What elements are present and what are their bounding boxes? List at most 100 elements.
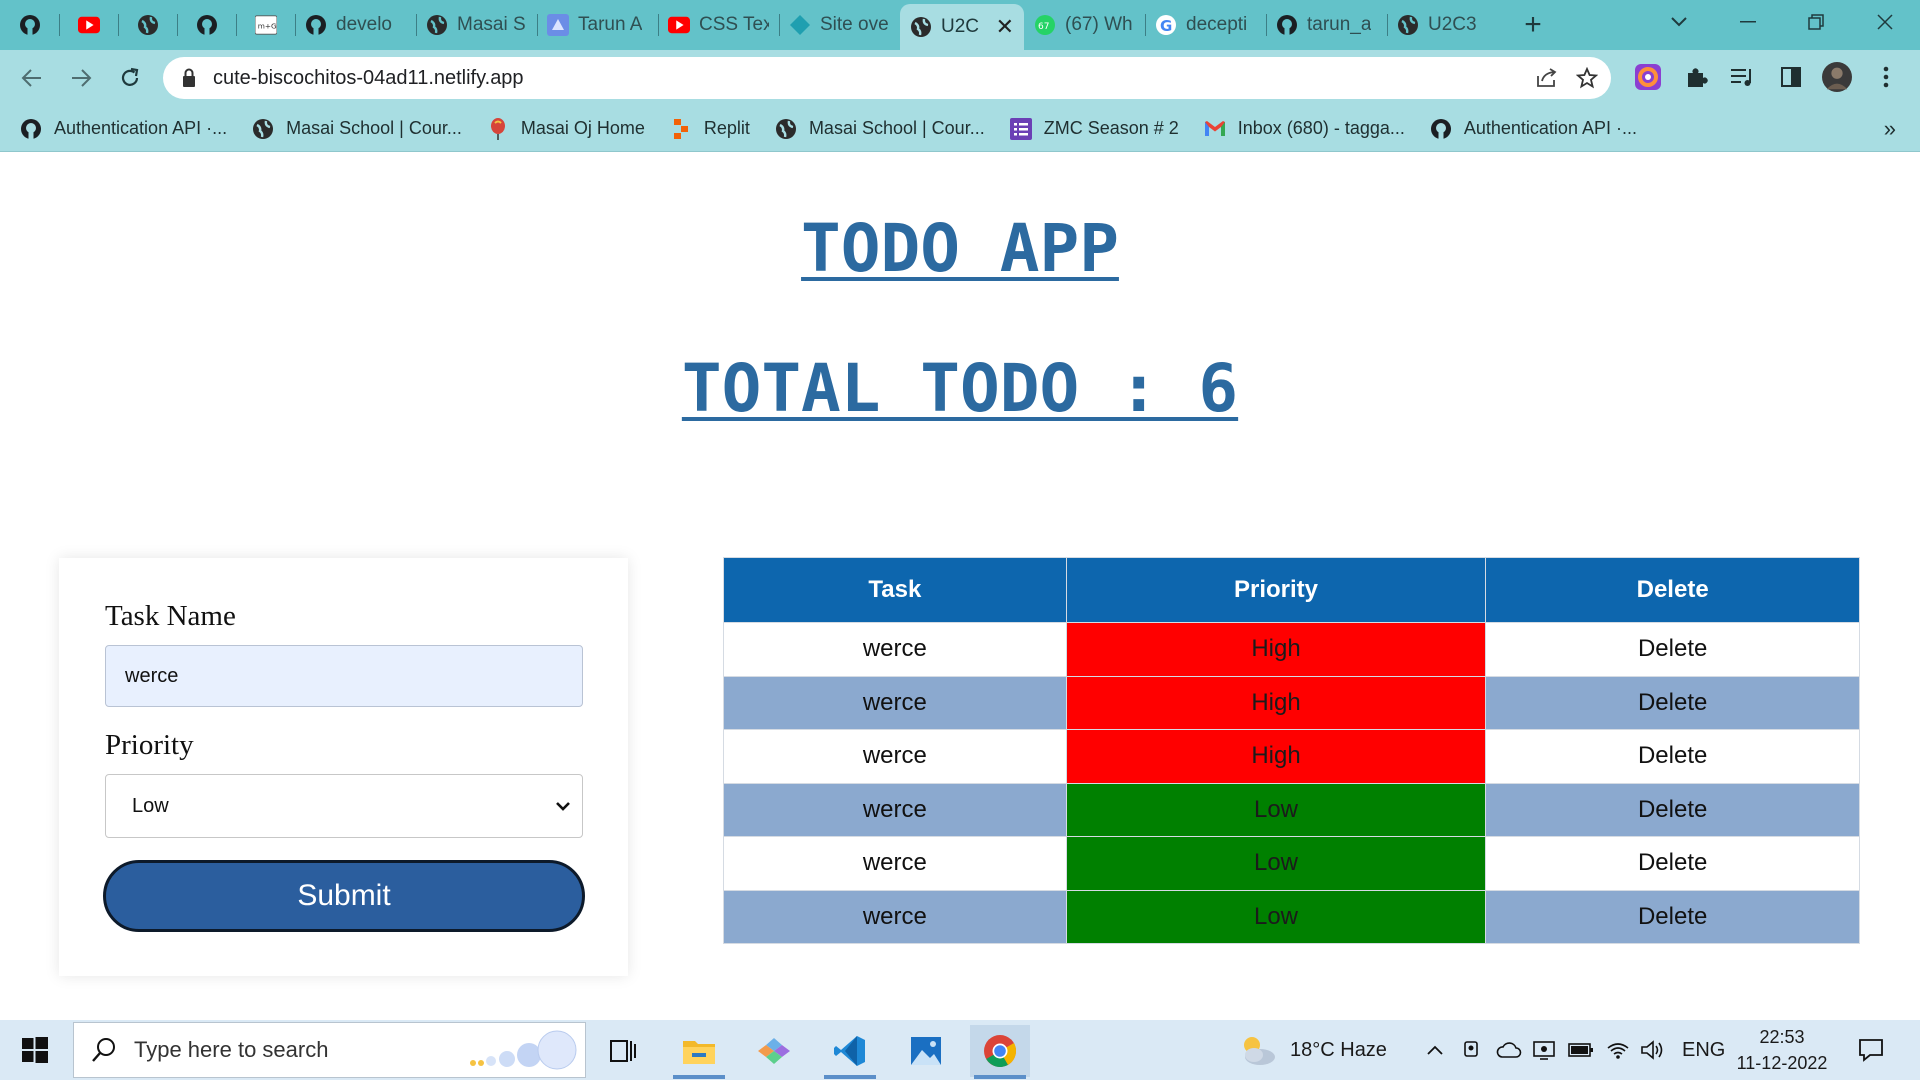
browser-toolbar: cute-biscochitos-04ad11.netlify.app bbox=[0, 50, 1920, 106]
tab-youtube-1[interactable] bbox=[59, 0, 118, 50]
task-view-button[interactable] bbox=[593, 1025, 653, 1077]
share-icon[interactable] bbox=[1535, 66, 1559, 90]
table-header-row: Task Priority Delete bbox=[723, 557, 1860, 623]
show-hidden-icons-button[interactable] bbox=[1426, 1020, 1444, 1080]
tab-develop[interactable]: develo bbox=[295, 0, 416, 50]
bookmark-zmc-season[interactable]: ZMC Season # 2 bbox=[1009, 117, 1179, 140]
task-view-icon bbox=[610, 1040, 636, 1062]
restore-button[interactable] bbox=[1782, 0, 1850, 44]
photos-icon bbox=[911, 1037, 941, 1065]
bookmark-label: Masai School | Cour... bbox=[808, 118, 985, 138]
bookmark-authentication-api-2[interactable]: Authentication API ·... bbox=[1430, 118, 1637, 140]
tab-u2c-active[interactable]: U2C ✕ bbox=[900, 4, 1024, 50]
weather-widget[interactable]: 18°C Haze bbox=[1238, 1020, 1387, 1080]
start-button[interactable] bbox=[12, 1034, 58, 1066]
bookmark-label: Authentication API ·... bbox=[54, 118, 228, 138]
priority-select[interactable]: Low bbox=[105, 774, 583, 838]
back-button[interactable] bbox=[12, 58, 52, 98]
volume-icon[interactable] bbox=[1640, 1020, 1664, 1080]
minimize-button[interactable] bbox=[1714, 0, 1782, 44]
delete-button[interactable]: Delete bbox=[1485, 675, 1860, 730]
reload-button[interactable] bbox=[110, 58, 150, 98]
task-cell: werce bbox=[723, 836, 1067, 891]
tab-github-2[interactable] bbox=[177, 0, 236, 50]
submit-button[interactable]: Submit bbox=[103, 860, 585, 932]
priority-cell: High bbox=[1065, 729, 1487, 784]
bookmark-authentication-api-1[interactable]: Authentication API ·... bbox=[20, 118, 227, 140]
close-window-button[interactable] bbox=[1851, 0, 1919, 44]
delete-button[interactable]: Delete bbox=[1485, 729, 1860, 784]
display-settings-icon[interactable] bbox=[1532, 1020, 1556, 1080]
close-tab-icon[interactable]: ✕ bbox=[996, 14, 1014, 40]
side-panel-icon[interactable] bbox=[1776, 62, 1806, 92]
github-icon bbox=[196, 14, 218, 36]
onedrive-cloud-icon[interactable] bbox=[1496, 1020, 1522, 1080]
reload-icon bbox=[121, 67, 139, 86]
taskbar-clock[interactable]: 22:53 11-12-2022 bbox=[1720, 1024, 1844, 1076]
cloud-sun-icon bbox=[1244, 1037, 1275, 1065]
bookmark-masai-oj-home[interactable]: Masai Oj Home bbox=[487, 117, 645, 140]
bookmarks-overflow-button[interactable]: » bbox=[1884, 116, 1896, 142]
meet-now-icon[interactable] bbox=[1462, 1020, 1482, 1080]
media-control-icon[interactable] bbox=[1728, 62, 1758, 92]
tab-whatsapp[interactable]: 67 (67) Wh bbox=[1024, 0, 1145, 50]
bookmark-label: Masai Oj Home bbox=[520, 118, 645, 138]
taskbar-search-box[interactable]: Type here to search bbox=[73, 1022, 586, 1078]
profile-avatar[interactable] bbox=[1822, 62, 1852, 92]
bookmark-label: ZMC Season # 2 bbox=[1043, 118, 1179, 138]
bookmark-masai-school-2[interactable]: Masai School | Cour... bbox=[775, 118, 985, 140]
file-explorer-button[interactable] bbox=[669, 1025, 729, 1079]
github-icon bbox=[305, 14, 327, 36]
address-bar[interactable]: cute-biscochitos-04ad11.netlify.app bbox=[163, 57, 1611, 99]
priority-selected-value: Low bbox=[132, 794, 169, 817]
tab-mcg[interactable]: m+G bbox=[236, 0, 295, 50]
bookmark-label: Replit bbox=[703, 118, 750, 138]
delete-button[interactable]: Delete bbox=[1485, 622, 1860, 677]
menu-kebab-icon[interactable] bbox=[1871, 62, 1901, 92]
task-name-input[interactable] bbox=[105, 645, 583, 707]
search-placeholder: Type here to search bbox=[134, 1037, 329, 1062]
search-icon bbox=[90, 1036, 118, 1064]
tab-site-overview[interactable]: Site ove bbox=[779, 0, 900, 50]
total-todo-count: TOTAL TODO : 6 bbox=[681, 350, 1239, 427]
tab-masai[interactable]: Masai S bbox=[416, 0, 537, 50]
bookmark-replit[interactable]: Replit bbox=[670, 118, 750, 140]
tab-title: U2C3 bbox=[1428, 14, 1477, 35]
tab-tarun-a[interactable]: tarun_a bbox=[1266, 0, 1387, 50]
new-tab-button[interactable]: + bbox=[1508, 0, 1558, 50]
tab-github-1[interactable] bbox=[0, 0, 59, 50]
bookmark-masai-school-1[interactable]: Masai School | Cour... bbox=[252, 118, 462, 140]
tab-u2c3[interactable]: U2C3 bbox=[1387, 0, 1508, 50]
chrome-button[interactable] bbox=[970, 1025, 1030, 1079]
bookmark-gmail-inbox[interactable]: Inbox (680) - tagga... bbox=[1204, 118, 1405, 140]
table-row: werce High Delete bbox=[723, 622, 1860, 677]
input-language-indicator[interactable]: ENG bbox=[1682, 1020, 1725, 1080]
tab-google-deception[interactable]: G decepti bbox=[1145, 0, 1266, 50]
table-row: werce High Delete bbox=[723, 729, 1860, 784]
forward-button[interactable] bbox=[61, 58, 101, 98]
bookmark-label: Inbox (680) - tagga... bbox=[1237, 118, 1405, 138]
tab-title: tarun_a bbox=[1307, 14, 1372, 35]
vscode-button[interactable] bbox=[820, 1025, 880, 1079]
delete-button[interactable]: Delete bbox=[1485, 889, 1860, 944]
photos-button[interactable] bbox=[896, 1025, 956, 1077]
table-row: werce Low Delete bbox=[723, 782, 1860, 837]
delete-button[interactable]: Delete bbox=[1485, 836, 1860, 891]
star-icon[interactable] bbox=[1575, 66, 1599, 90]
table-row: werce Low Delete bbox=[723, 889, 1860, 944]
delete-button[interactable]: Delete bbox=[1485, 782, 1860, 837]
tab-css-text[interactable]: CSS Tex bbox=[658, 0, 779, 50]
windows-logo-icon bbox=[22, 1037, 48, 1063]
extensions-puzzle-icon[interactable] bbox=[1681, 62, 1711, 92]
windows-taskbar: Type here to search 18°C Haze ENG 22:53 … bbox=[0, 1020, 1920, 1080]
color-extension-icon[interactable] bbox=[1633, 62, 1663, 92]
tab-tarun[interactable]: Tarun A bbox=[537, 0, 658, 50]
tab-globe-1[interactable] bbox=[118, 0, 177, 50]
wifi-icon[interactable] bbox=[1606, 1020, 1630, 1080]
app-shortcut-button[interactable] bbox=[744, 1025, 804, 1077]
notifications-button[interactable] bbox=[1858, 1020, 1884, 1080]
notification-icon bbox=[1859, 1039, 1883, 1062]
tab-search-button[interactable] bbox=[1645, 0, 1713, 44]
battery-icon[interactable] bbox=[1568, 1020, 1594, 1080]
tab-title: Site ove bbox=[820, 14, 889, 35]
